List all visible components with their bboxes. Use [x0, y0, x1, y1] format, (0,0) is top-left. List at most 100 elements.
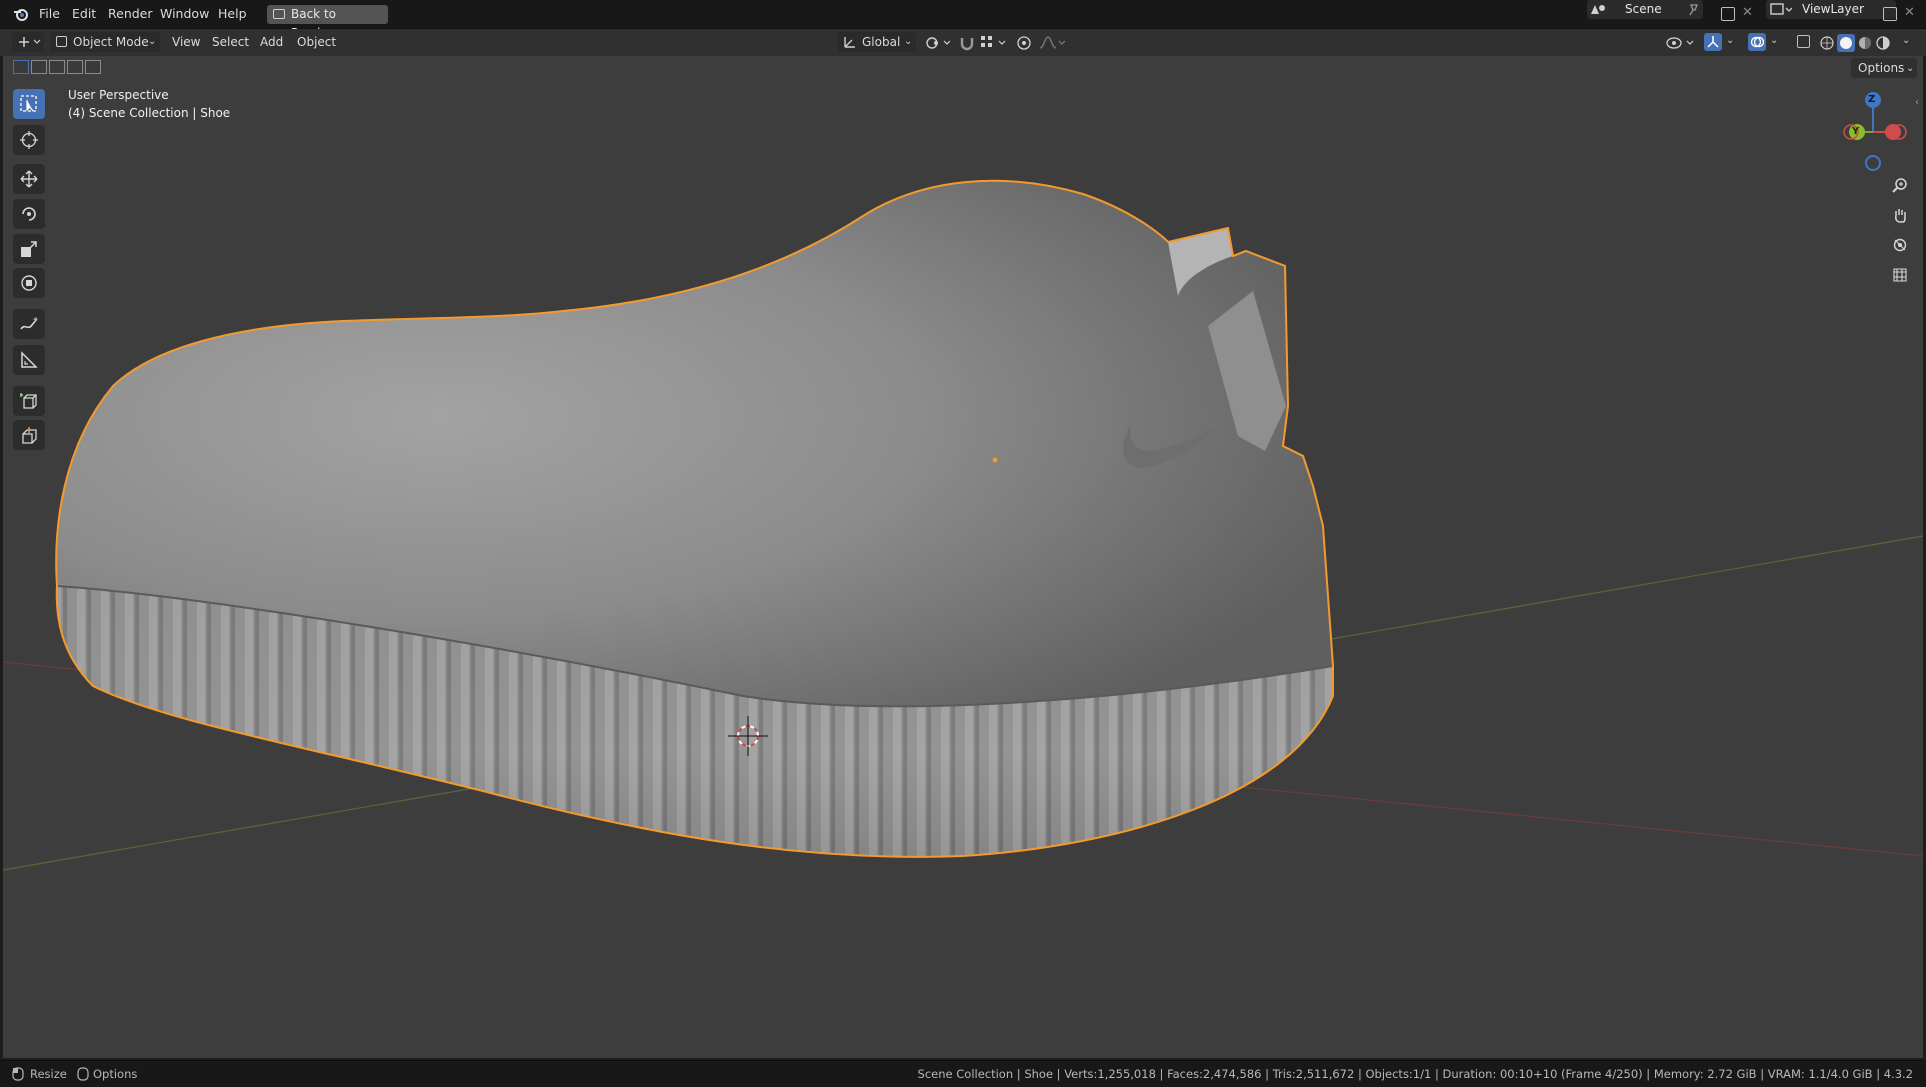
overlays-icon — [1750, 36, 1764, 48]
chevron-down-icon: ⌄ — [1906, 63, 1915, 74]
tool-add-cube[interactable] — [13, 386, 45, 416]
menu-help[interactable]: Help — [218, 6, 247, 22]
sidebar-toggle-icon[interactable]: ‹ — [1915, 97, 1919, 108]
snap-increment-icon[interactable] — [980, 35, 1008, 51]
scene-icon — [1591, 5, 1605, 14]
scene-selector[interactable]: Scene — [1587, 0, 1703, 19]
back-to-previous-button[interactable]: Back to Previous — [267, 5, 388, 40]
menu-edit[interactable]: Edit — [72, 6, 96, 22]
pin-icon[interactable] — [1687, 3, 1699, 16]
menu-view[interactable]: View — [172, 35, 200, 49]
annotate-icon — [20, 317, 38, 330]
gizmo-toggle-button[interactable] — [1704, 33, 1722, 51]
status-hint-resize: Resize — [30, 1067, 67, 1081]
move-icon — [20, 170, 38, 188]
scene-name: Scene — [1625, 2, 1662, 16]
tool-move[interactable] — [13, 164, 45, 194]
orientation-icon — [844, 37, 855, 48]
mouse-right-icon — [77, 1067, 89, 1081]
select-intersect-icon[interactable] — [85, 60, 101, 74]
camera-icon — [1893, 238, 1907, 252]
viewport-header: Object Mode ⌄ View Select Add Object Glo… — [0, 29, 1926, 56]
menu-add[interactable]: Add — [260, 35, 283, 49]
cursor-icon — [20, 131, 38, 149]
viewlayer-name: ViewLayer — [1802, 2, 1864, 16]
zoom-icon — [1892, 178, 1907, 193]
overlays-toggle-button[interactable] — [1748, 33, 1766, 51]
snap-magnet-icon[interactable] — [959, 35, 975, 51]
falloff-icon[interactable] — [1038, 35, 1066, 51]
new-scene-icon[interactable] — [1721, 7, 1735, 21]
tool-rotate[interactable] — [13, 199, 45, 229]
menu-render[interactable]: Render — [108, 6, 153, 22]
tool-select-box[interactable] — [13, 89, 45, 119]
delete-scene-icon[interactable]: ✕ — [1742, 5, 1753, 20]
chevron-down-icon[interactable]: ⌄ — [1770, 35, 1778, 46]
pan-button[interactable] — [1887, 202, 1913, 228]
tool-annotate[interactable] — [13, 309, 45, 339]
gizmo-icon — [1707, 36, 1719, 48]
mouse-left-icon — [12, 1067, 24, 1081]
tool-extrude[interactable] — [13, 420, 45, 450]
tool-measure[interactable] — [13, 345, 45, 375]
mode-dropdown[interactable]: Object Mode ⌄ — [50, 32, 160, 52]
chevron-down-icon[interactable]: ⌄ — [1726, 35, 1734, 46]
menu-window[interactable]: Window — [160, 6, 209, 22]
chevron-down-icon[interactable]: ⌄ — [1902, 35, 1910, 46]
measure-icon — [21, 351, 38, 368]
scene-statistics: Scene Collection | Shoe | Verts:1,255,01… — [917, 1067, 1913, 1081]
delete-viewlayer-icon[interactable]: ✕ — [1904, 5, 1915, 20]
pivot-point-icon[interactable] — [925, 35, 951, 51]
tool-scale[interactable] — [13, 234, 45, 264]
menu-object[interactable]: Object — [297, 35, 336, 49]
viewport-collection-label: (4) Scene Collection | Shoe — [68, 106, 231, 120]
tool-cursor[interactable] — [13, 125, 45, 155]
select-box-icon — [20, 95, 37, 112]
options-dropdown[interactable]: Options ⌄ — [1851, 58, 1917, 78]
tool-transform[interactable] — [13, 268, 45, 298]
editor-type-icon — [19, 37, 41, 47]
back-icon — [273, 9, 285, 19]
top-bar: File Edit Render Window Help Back to Pre… — [0, 0, 1926, 40]
object-origin — [992, 457, 998, 463]
viewlayer-icon — [1770, 3, 1792, 15]
status-bar: Resize Options Scene Collection | Shoe |… — [0, 1060, 1926, 1087]
ortho-toggle-button[interactable] — [1887, 262, 1913, 288]
menu-file[interactable]: File — [39, 6, 60, 22]
rotate-icon — [22, 207, 36, 221]
viewlayer-selector[interactable]: ViewLayer — [1766, 0, 1896, 19]
3d-viewport[interactable]: Z Y — [3, 56, 1923, 1058]
mode-label: Object Mode — [73, 35, 149, 49]
shading-modes[interactable] — [1818, 34, 1898, 52]
hand-icon — [1895, 209, 1906, 223]
select-extend-icon[interactable] — [31, 60, 47, 74]
gizmo-y-label: Y — [1852, 126, 1860, 137]
viewport-perspective-label: User Perspective — [68, 88, 169, 102]
select-new-icon[interactable] — [13, 60, 29, 74]
editor-type-dropdown[interactable] — [12, 32, 44, 52]
select-invert-icon[interactable] — [67, 60, 83, 74]
camera-view-button[interactable] — [1887, 232, 1913, 258]
select-subtract-icon[interactable] — [49, 60, 65, 74]
proportional-editing-icon[interactable] — [1016, 35, 1032, 51]
grid-icon — [1893, 268, 1907, 282]
new-viewlayer-icon[interactable] — [1883, 7, 1897, 21]
viewport-scene[interactable] — [3, 56, 1923, 1058]
gizmo-z-label: Z — [1868, 94, 1876, 105]
options-label: Options — [1858, 61, 1905, 75]
blender-logo-icon[interactable] — [13, 7, 29, 21]
extrude-icon — [22, 427, 37, 444]
object-mode-icon — [56, 36, 67, 47]
orientation-label: Global — [862, 35, 901, 49]
chevron-down-icon: ⌄ — [148, 36, 157, 47]
status-hint-options: Options — [93, 1067, 138, 1081]
add-cube-icon — [20, 393, 37, 409]
scale-icon — [21, 241, 37, 257]
transform-icon — [21, 275, 37, 291]
chevron-down-icon: ⌄ — [904, 36, 913, 47]
zoom-button[interactable] — [1887, 172, 1913, 198]
menu-select[interactable]: Select — [212, 35, 249, 49]
visibility-icon[interactable] — [1666, 35, 1696, 51]
orientation-dropdown[interactable]: Global ⌄ — [838, 32, 916, 52]
xray-icon[interactable] — [1797, 35, 1810, 48]
